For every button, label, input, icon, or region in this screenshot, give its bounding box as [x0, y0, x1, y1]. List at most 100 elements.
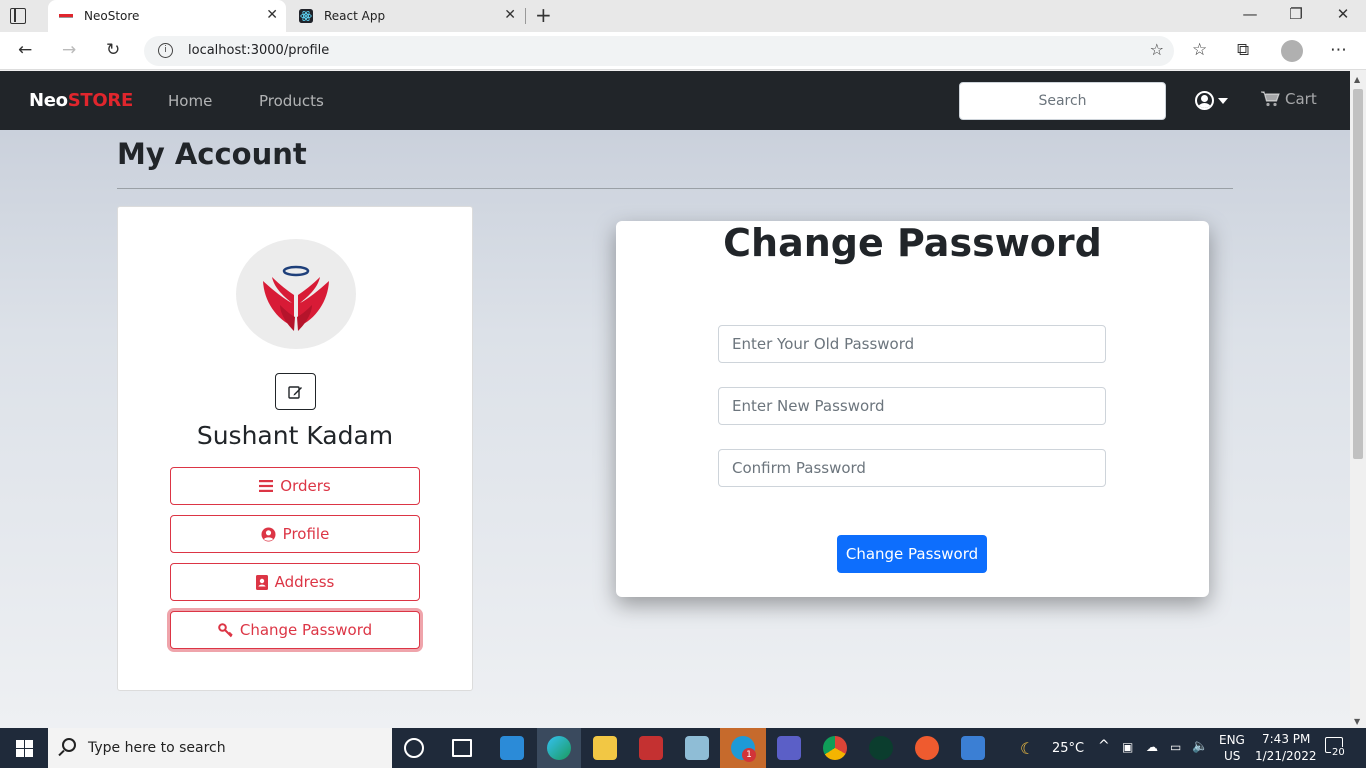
clock-date[interactable]: 1/21/2022 — [1255, 749, 1317, 763]
profile-label: Profile — [282, 525, 330, 543]
user-name: Sushant Kadam — [196, 421, 394, 450]
taskbar-search-box[interactable]: Type here to search — [48, 728, 392, 768]
cart-label: Cart — [1285, 90, 1317, 108]
tab-actions-icon[interactable] — [10, 8, 26, 24]
teams-icon[interactable] — [777, 736, 801, 760]
restore-icon[interactable]: ❐ — [1286, 5, 1306, 23]
close-tab-icon[interactable]: ✕ — [504, 7, 516, 23]
app-icon[interactable] — [685, 736, 709, 760]
skype-taskbar-button[interactable]: 1 — [720, 728, 766, 768]
nav-home-link[interactable]: Home — [168, 92, 212, 110]
change-password-button[interactable]: Change Password — [170, 611, 420, 649]
address-button[interactable]: Address — [170, 563, 420, 601]
edge-taskbar-button[interactable] — [537, 728, 581, 768]
address-bar[interactable]: i localhost:3000/profile ☆ — [144, 36, 1174, 66]
brand-logo[interactable]: NeoSTORE — [29, 90, 133, 111]
chevron-up-icon[interactable]: ^ — [1098, 738, 1110, 754]
file-explorer-icon[interactable] — [593, 736, 617, 760]
site-info-icon[interactable]: i — [158, 43, 173, 58]
address-card-icon — [255, 574, 268, 590]
mongodb-compass-icon[interactable] — [869, 736, 893, 760]
user-circle-icon — [261, 527, 276, 541]
add-favorite-icon[interactable]: ☆ — [1150, 40, 1164, 59]
volume-icon[interactable]: 🔈 — [1192, 739, 1208, 754]
battery-icon[interactable]: ▭ — [1170, 740, 1181, 754]
shopping-cart-icon — [1261, 91, 1280, 107]
orders-label: Orders — [280, 477, 331, 495]
taskbar-search-placeholder: Type here to search — [88, 740, 226, 756]
orders-button[interactable]: Orders — [170, 467, 420, 505]
new-password-input[interactable] — [718, 387, 1106, 425]
browser-toolbar: ← → ↻ i localhost:3000/profile ☆ ☆ ⧉ ⋯ — [0, 32, 1366, 70]
site-navbar: NeoSTORE Home Products Cart — [0, 71, 1350, 130]
language-code[interactable]: ENG — [1219, 733, 1245, 747]
cortana-icon[interactable] — [404, 738, 424, 758]
vscode-icon[interactable] — [500, 736, 524, 760]
nav-products-link[interactable]: Products — [259, 92, 324, 110]
language-region[interactable]: US — [1224, 749, 1240, 763]
search-icon — [62, 738, 76, 752]
weather-icon[interactable]: ☾ — [1020, 739, 1034, 758]
nav-search-input[interactable] — [959, 82, 1166, 120]
skype-badge: 1 — [742, 748, 756, 762]
user-circle-icon — [1195, 91, 1214, 110]
back-icon[interactable]: ← — [18, 40, 32, 60]
chrome-icon[interactable] — [823, 736, 847, 760]
postman-icon[interactable] — [915, 736, 939, 760]
network-icon[interactable]: ☁ — [1146, 740, 1158, 754]
browser-tab-strip: NeoStore ✕ React App ✕ + — ❐ ✕ — [0, 0, 1366, 32]
url-text: localhost:3000/profile — [188, 43, 330, 58]
close-window-icon[interactable]: ✕ — [1333, 5, 1353, 23]
edge-icon — [547, 736, 571, 760]
user-dropdown-toggle[interactable] — [1195, 91, 1228, 110]
profile-avatar — [236, 239, 356, 349]
new-tab-icon[interactable]: + — [535, 3, 552, 27]
tab-title: React App — [324, 9, 386, 23]
forward-icon[interactable]: → — [62, 40, 76, 60]
windows-taskbar: Type here to search 1 ☾ 25°C ^ ▣ ☁ ▭ 🔈 E… — [0, 728, 1366, 768]
page-scrollbar[interactable]: ▲ ▼ — [1350, 71, 1366, 728]
windows-start-icon[interactable] — [16, 740, 33, 757]
cart-link[interactable]: Cart — [1261, 90, 1317, 108]
page-title: My Account — [117, 137, 307, 171]
confirm-password-input[interactable] — [718, 449, 1106, 487]
old-password-input[interactable] — [718, 325, 1106, 363]
form-title: Change Password — [723, 221, 1102, 265]
brand-neo: Neo — [29, 90, 68, 111]
react-favicon-icon — [299, 9, 313, 23]
notification-count: 20 — [1331, 747, 1346, 758]
profile-button[interactable]: Profile — [170, 515, 420, 553]
app-icon[interactable] — [639, 736, 663, 760]
edit-profile-picture-button[interactable] — [275, 373, 316, 410]
scrollbar-thumb[interactable] — [1353, 89, 1363, 459]
collections-icon[interactable]: ⧉ — [1237, 40, 1249, 60]
scroll-up-icon[interactable]: ▲ — [1354, 75, 1360, 84]
caret-down-icon — [1218, 97, 1228, 104]
scroll-down-icon[interactable]: ▼ — [1354, 717, 1360, 726]
clock-time[interactable]: 7:43 PM — [1262, 732, 1310, 746]
tab-title: NeoStore — [84, 9, 140, 23]
address-label: Address — [274, 573, 335, 591]
edit-icon — [288, 385, 302, 399]
bars-icon — [259, 480, 274, 492]
change-password-submit-button[interactable]: Change Password — [837, 535, 987, 573]
meet-now-icon[interactable]: ▣ — [1122, 740, 1133, 754]
close-tab-icon[interactable]: ✕ — [266, 7, 278, 23]
browser-profile-avatar[interactable] — [1281, 40, 1303, 62]
more-options-icon[interactable]: ⋯ — [1330, 40, 1347, 60]
favorites-icon[interactable]: ☆ — [1192, 40, 1207, 60]
title-divider — [117, 188, 1233, 189]
browser-tab-react-app[interactable]: React App ✕ — [288, 0, 524, 32]
refresh-icon[interactable]: ↻ — [106, 40, 120, 60]
app-icon[interactable] — [961, 736, 985, 760]
change-password-label: Change Password — [239, 621, 373, 639]
change-password-card: Change Password Change Password — [616, 221, 1209, 597]
neostore-favicon-icon — [59, 14, 73, 18]
task-view-icon[interactable] — [452, 739, 472, 757]
profile-sidebar-card: Sushant Kadam Orders Profile Address Cha… — [117, 206, 473, 691]
tab-separator — [525, 8, 526, 24]
angel-wings-logo-icon — [263, 265, 329, 331]
weather-temperature[interactable]: 25°C — [1052, 741, 1084, 756]
minimize-icon[interactable]: — — [1240, 5, 1260, 23]
browser-tab-neostore[interactable]: NeoStore ✕ — [48, 0, 286, 32]
